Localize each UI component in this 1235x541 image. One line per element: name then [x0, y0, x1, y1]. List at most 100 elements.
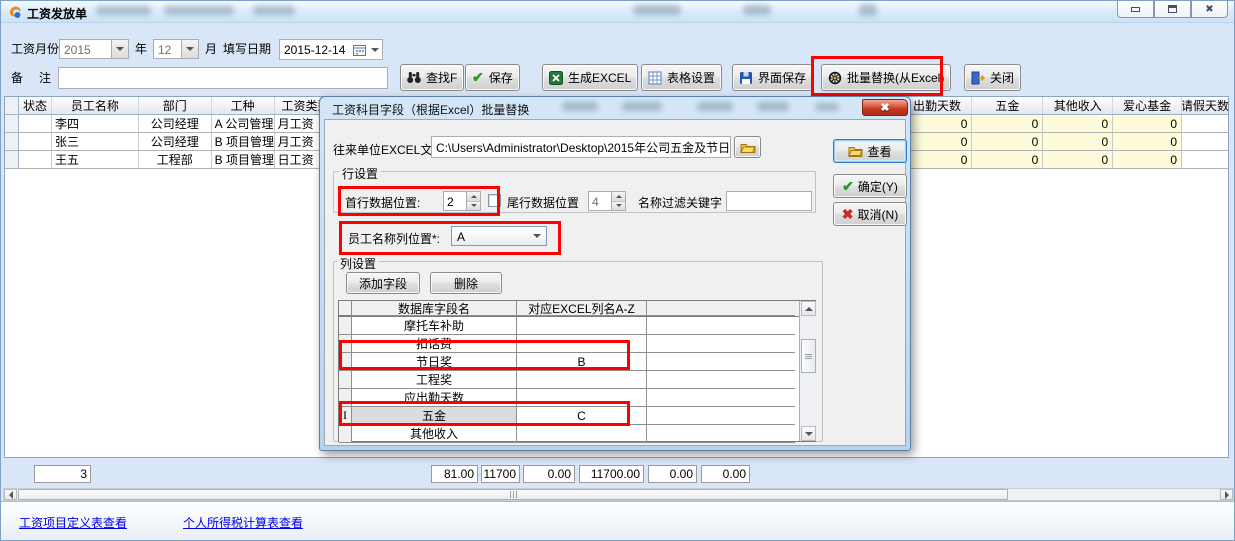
find-button[interactable]: 查找F [400, 64, 464, 91]
check-icon: ✔ [472, 69, 484, 86]
x-icon: ✖ [842, 206, 854, 223]
close-icon: ✖ [1205, 4, 1213, 15]
redaction-smudge [633, 5, 681, 15]
col-header-name[interactable]: 员工名称 [52, 97, 139, 114]
chevron-down-icon[interactable] [111, 40, 128, 58]
redaction-smudge [622, 102, 662, 111]
grid-row[interactable]: 节日奖 B [339, 353, 815, 371]
save-button[interactable]: ✔ 保存 [465, 64, 520, 91]
chevron-down-icon[interactable] [181, 40, 198, 58]
window-titlebar: 工资发放单 [1, 1, 1234, 23]
col-header-other-income[interactable]: 其他收入 [1043, 97, 1113, 114]
scrollbar-thumb[interactable] [801, 339, 816, 373]
summary-value: 0.00 [701, 465, 750, 483]
close-button[interactable]: ✖ [1191, 1, 1228, 18]
month-select[interactable]: 12 [153, 39, 199, 59]
name-filter-label: 名称过滤关键字 [638, 194, 722, 211]
note-label-1: 备 [11, 68, 23, 88]
row-selection-marker: I [339, 407, 352, 425]
delete-button[interactable]: 删除 [430, 272, 502, 294]
grid-row-selected[interactable]: I 五金 C [339, 407, 815, 425]
minimize-button[interactable] [1117, 1, 1154, 18]
cancel-button[interactable]: ✖ 取消(N) [833, 202, 907, 226]
fill-date-value: 2015-12-14 [280, 43, 353, 57]
excel-icon [549, 71, 563, 85]
grid-row[interactable]: 工程奖 [339, 371, 815, 389]
footer-panel: 工资项目定义表查看 个人所得税计算表查看 [1, 501, 1235, 541]
col-header-wujin[interactable]: 五金 [972, 97, 1043, 114]
summary-value: 11700.00 [579, 465, 644, 483]
grid-header-excel-col[interactable]: 对应EXCEL列名A-Z [517, 301, 647, 316]
col-header-leave-days[interactable]: 请假天数 [1182, 97, 1228, 114]
summary-value: 0.00 [523, 465, 575, 483]
year-suffix-label: 年 [135, 39, 147, 59]
spin-up-icon[interactable] [467, 192, 480, 202]
calendar-icon[interactable] [353, 44, 368, 56]
row-indicator-header [5, 97, 19, 114]
ok-button[interactable]: ✔ 确定(Y) [833, 174, 907, 198]
add-field-button[interactable]: 添加字段 [346, 272, 420, 294]
table-grid-icon [648, 71, 662, 85]
spin-up-icon[interactable] [612, 192, 625, 202]
dialog-close-button[interactable]: ✖ [862, 99, 908, 116]
ui-save-button[interactable]: 界面保存 [732, 64, 813, 91]
wage-item-definition-link[interactable]: 工资项目定义表查看 [19, 514, 127, 531]
year-select[interactable]: 2015 [59, 39, 129, 59]
chevron-down-icon[interactable] [528, 227, 546, 245]
scroll-down-arrow[interactable] [801, 426, 816, 441]
first-row-spinner[interactable]: 2 [443, 191, 481, 211]
redaction-smudge [743, 5, 771, 15]
generate-excel-button[interactable]: 生成EXCEL [542, 64, 638, 91]
grid-row[interactable]: 应出勤天数 [339, 389, 815, 407]
redaction-smudge [859, 4, 877, 16]
name-col-position-label: 员工名称列位置*: [348, 230, 440, 247]
browse-button[interactable] [734, 136, 761, 158]
exit-door-icon [971, 71, 985, 85]
excel-file-input[interactable]: C:\Users\Administrator\Desktop\2015年公司五金… [431, 136, 731, 158]
scroll-up-arrow[interactable] [801, 301, 816, 316]
grid-row[interactable]: 摩托车补助 [339, 317, 815, 335]
income-tax-table-link[interactable]: 个人所得税计算表查看 [183, 514, 303, 531]
horizontal-scrollbar[interactable] [3, 488, 1234, 501]
redaction-smudge [697, 102, 733, 111]
redaction-smudge [815, 103, 839, 111]
col-header-job[interactable]: 工种 [212, 97, 275, 114]
grid-vertical-scrollbar[interactable] [799, 301, 816, 441]
last-row-checkbox[interactable] [488, 194, 501, 207]
spin-down-icon[interactable] [467, 202, 480, 211]
field-mapping-grid: 数据库字段名 对应EXCEL列名A-Z 摩托车补助 扣话费 [338, 300, 816, 442]
batch-replace-button[interactable]: 批量替换(从Excel) [821, 64, 951, 91]
col-header-love-fund[interactable]: 爱心基金 [1113, 97, 1182, 114]
restore-button[interactable] [1154, 1, 1191, 18]
grid-row[interactable]: 扣话费 [339, 335, 815, 353]
fill-date-input[interactable]: 2015-12-14 [279, 39, 383, 60]
window-controls: ✖ [1117, 1, 1228, 18]
scroll-left-arrow[interactable] [4, 489, 17, 500]
summary-value: 0.00 [648, 465, 697, 483]
chevron-down-icon[interactable] [368, 48, 382, 52]
redaction-smudge [96, 6, 151, 15]
folder-icon [848, 145, 863, 157]
grid-row[interactable]: 其他收入 [339, 425, 815, 443]
name-filter-input[interactable] [726, 191, 812, 211]
note-input[interactable] [58, 67, 388, 89]
scrollbar-thumb[interactable] [18, 489, 1008, 500]
col-header-dept[interactable]: 部门 [139, 97, 212, 114]
col-header-status[interactable]: 状态 [19, 97, 52, 114]
close-form-button[interactable]: 关闭 [964, 64, 1021, 91]
year-value: 2015 [60, 40, 111, 58]
spin-down-icon[interactable] [612, 202, 625, 211]
name-col-select[interactable]: A [451, 226, 547, 246]
minimize-icon [1131, 7, 1140, 12]
binoculars-icon [407, 71, 421, 84]
first-row-label: 首行数据位置: [345, 194, 420, 211]
summary-row-count: 3 [34, 465, 91, 483]
grid-header-field[interactable]: 数据库字段名 [352, 301, 517, 316]
table-setup-button[interactable]: 表格设置 [641, 64, 722, 91]
wheel-icon [828, 71, 842, 85]
scroll-right-arrow[interactable] [1220, 489, 1233, 500]
col-header-attend[interactable]: 出勤天数 [903, 97, 973, 114]
view-button[interactable]: 查看 [833, 139, 907, 163]
last-row-spinner[interactable]: 4 [588, 191, 626, 211]
redaction-smudge [164, 6, 234, 15]
